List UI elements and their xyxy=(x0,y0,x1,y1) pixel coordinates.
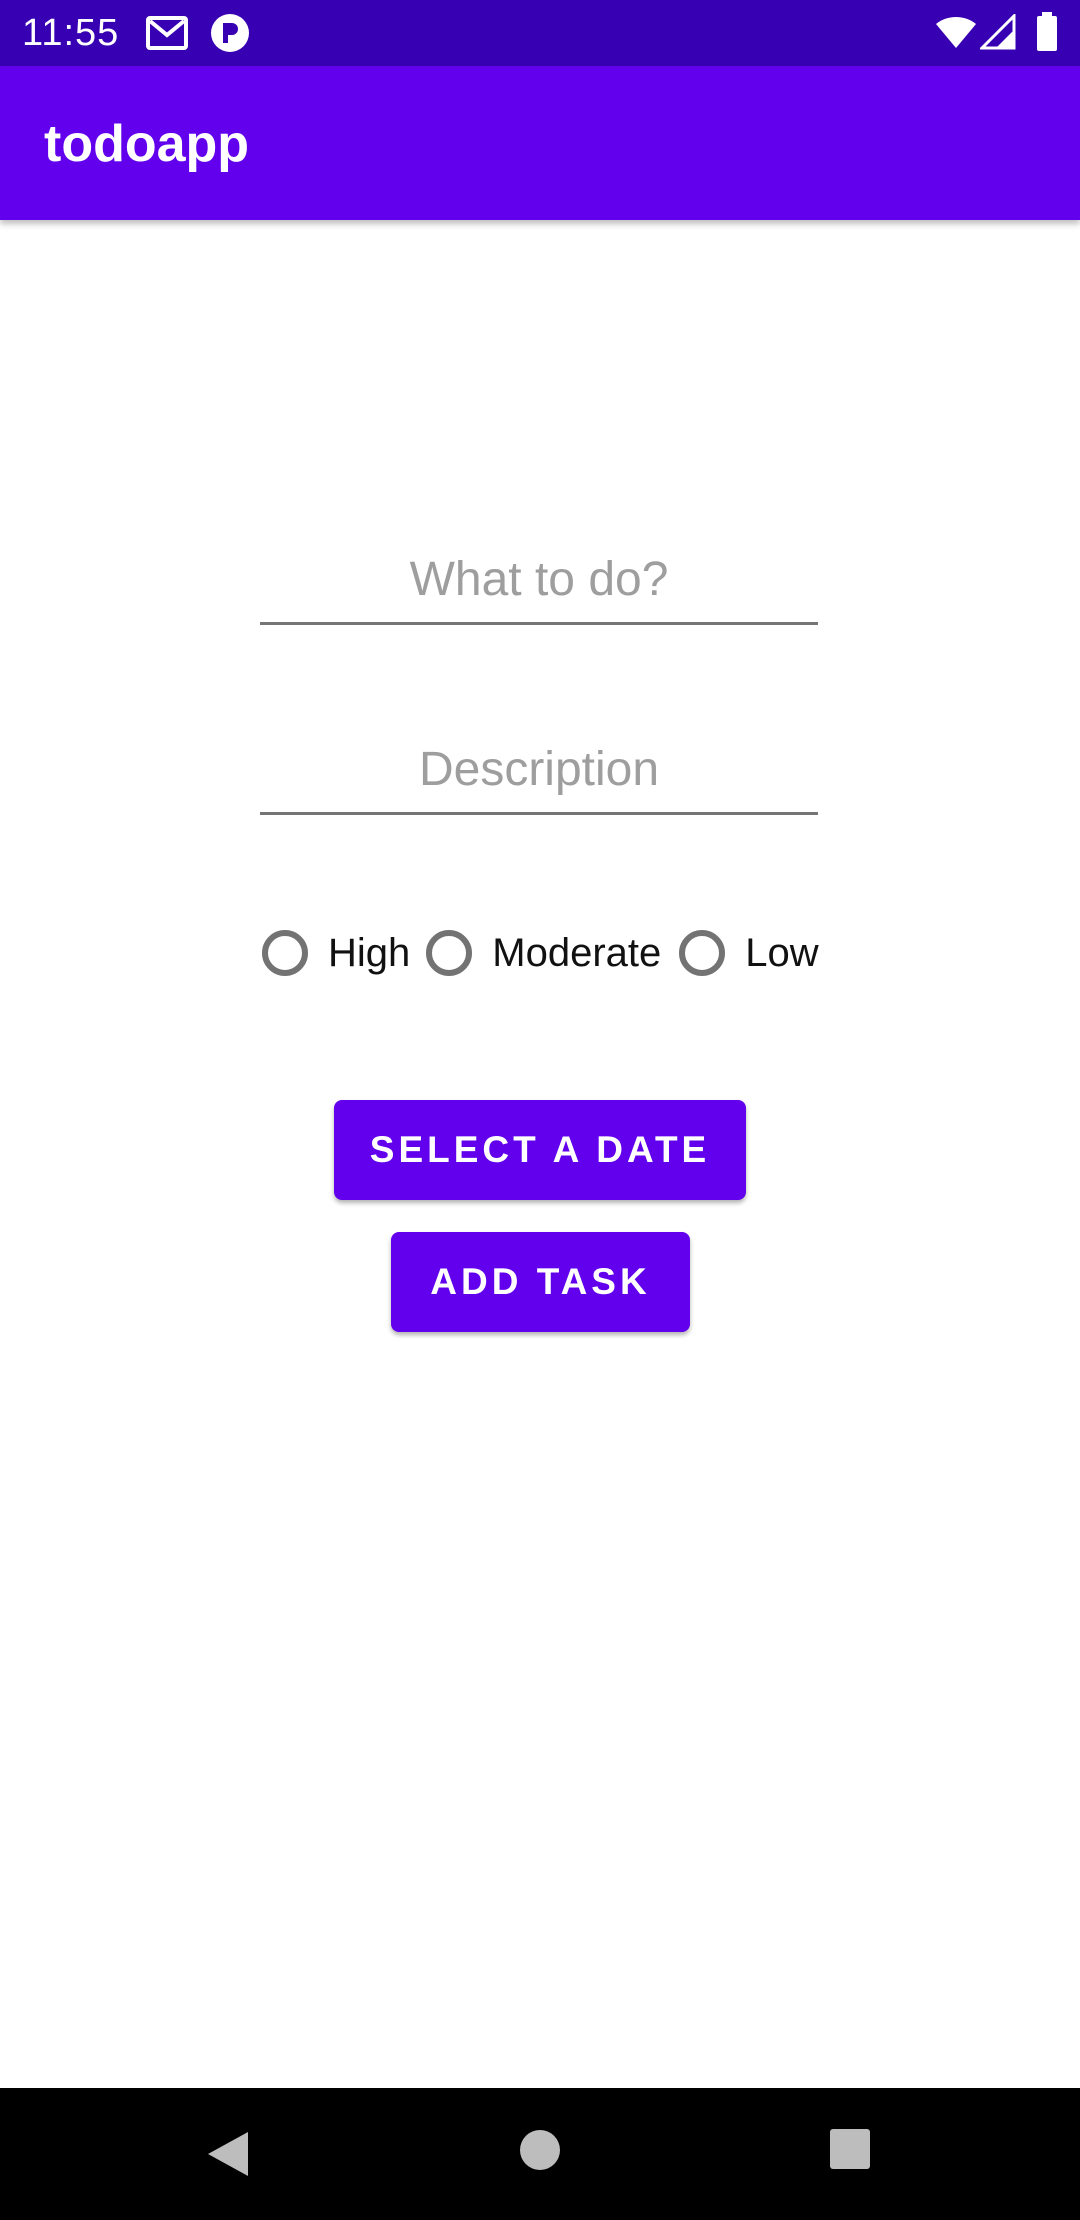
status-bar: 11:55 xyxy=(0,0,1080,66)
radio-moderate-circle-icon[interactable] xyxy=(426,930,473,976)
task-input[interactable]: What to do? xyxy=(260,538,818,625)
add-task-button[interactable]: ADD TASK xyxy=(391,1232,690,1332)
status-time: 11:55 xyxy=(22,12,120,54)
radio-high-circle-icon[interactable] xyxy=(262,930,308,976)
nav-bar xyxy=(0,2088,1080,2220)
priority-radio-group: High Moderate Low xyxy=(262,918,833,988)
notification-app-icon xyxy=(211,14,249,52)
home-icon[interactable] xyxy=(518,2128,562,2172)
app-bar: todoapp xyxy=(0,66,1080,220)
battery-icon xyxy=(1037,12,1057,51)
recents-icon[interactable] xyxy=(829,2128,871,2170)
radio-high[interactable]: High xyxy=(262,929,410,977)
radio-low-circle-icon[interactable] xyxy=(679,930,726,976)
signal-icon xyxy=(980,14,1016,50)
radio-moderate[interactable]: Moderate xyxy=(426,929,661,977)
select-date-button[interactable]: SELECT A DATE xyxy=(334,1100,746,1200)
screen: 11:55 todoapp What to do? Description Hi… xyxy=(0,0,1080,2220)
radio-moderate-label[interactable]: Moderate xyxy=(492,929,661,977)
gmail-icon xyxy=(146,16,188,50)
radio-high-label[interactable]: High xyxy=(328,929,410,977)
back-icon[interactable] xyxy=(204,2128,252,2180)
app-title: todoapp xyxy=(44,115,250,173)
radio-low-label[interactable]: Low xyxy=(745,929,818,977)
description-input-placeholder: Description xyxy=(418,743,660,796)
task-input-placeholder: What to do? xyxy=(409,553,669,606)
radio-low[interactable]: Low xyxy=(679,929,819,977)
description-input[interactable]: Description xyxy=(260,728,818,815)
wifi-icon xyxy=(936,16,976,48)
